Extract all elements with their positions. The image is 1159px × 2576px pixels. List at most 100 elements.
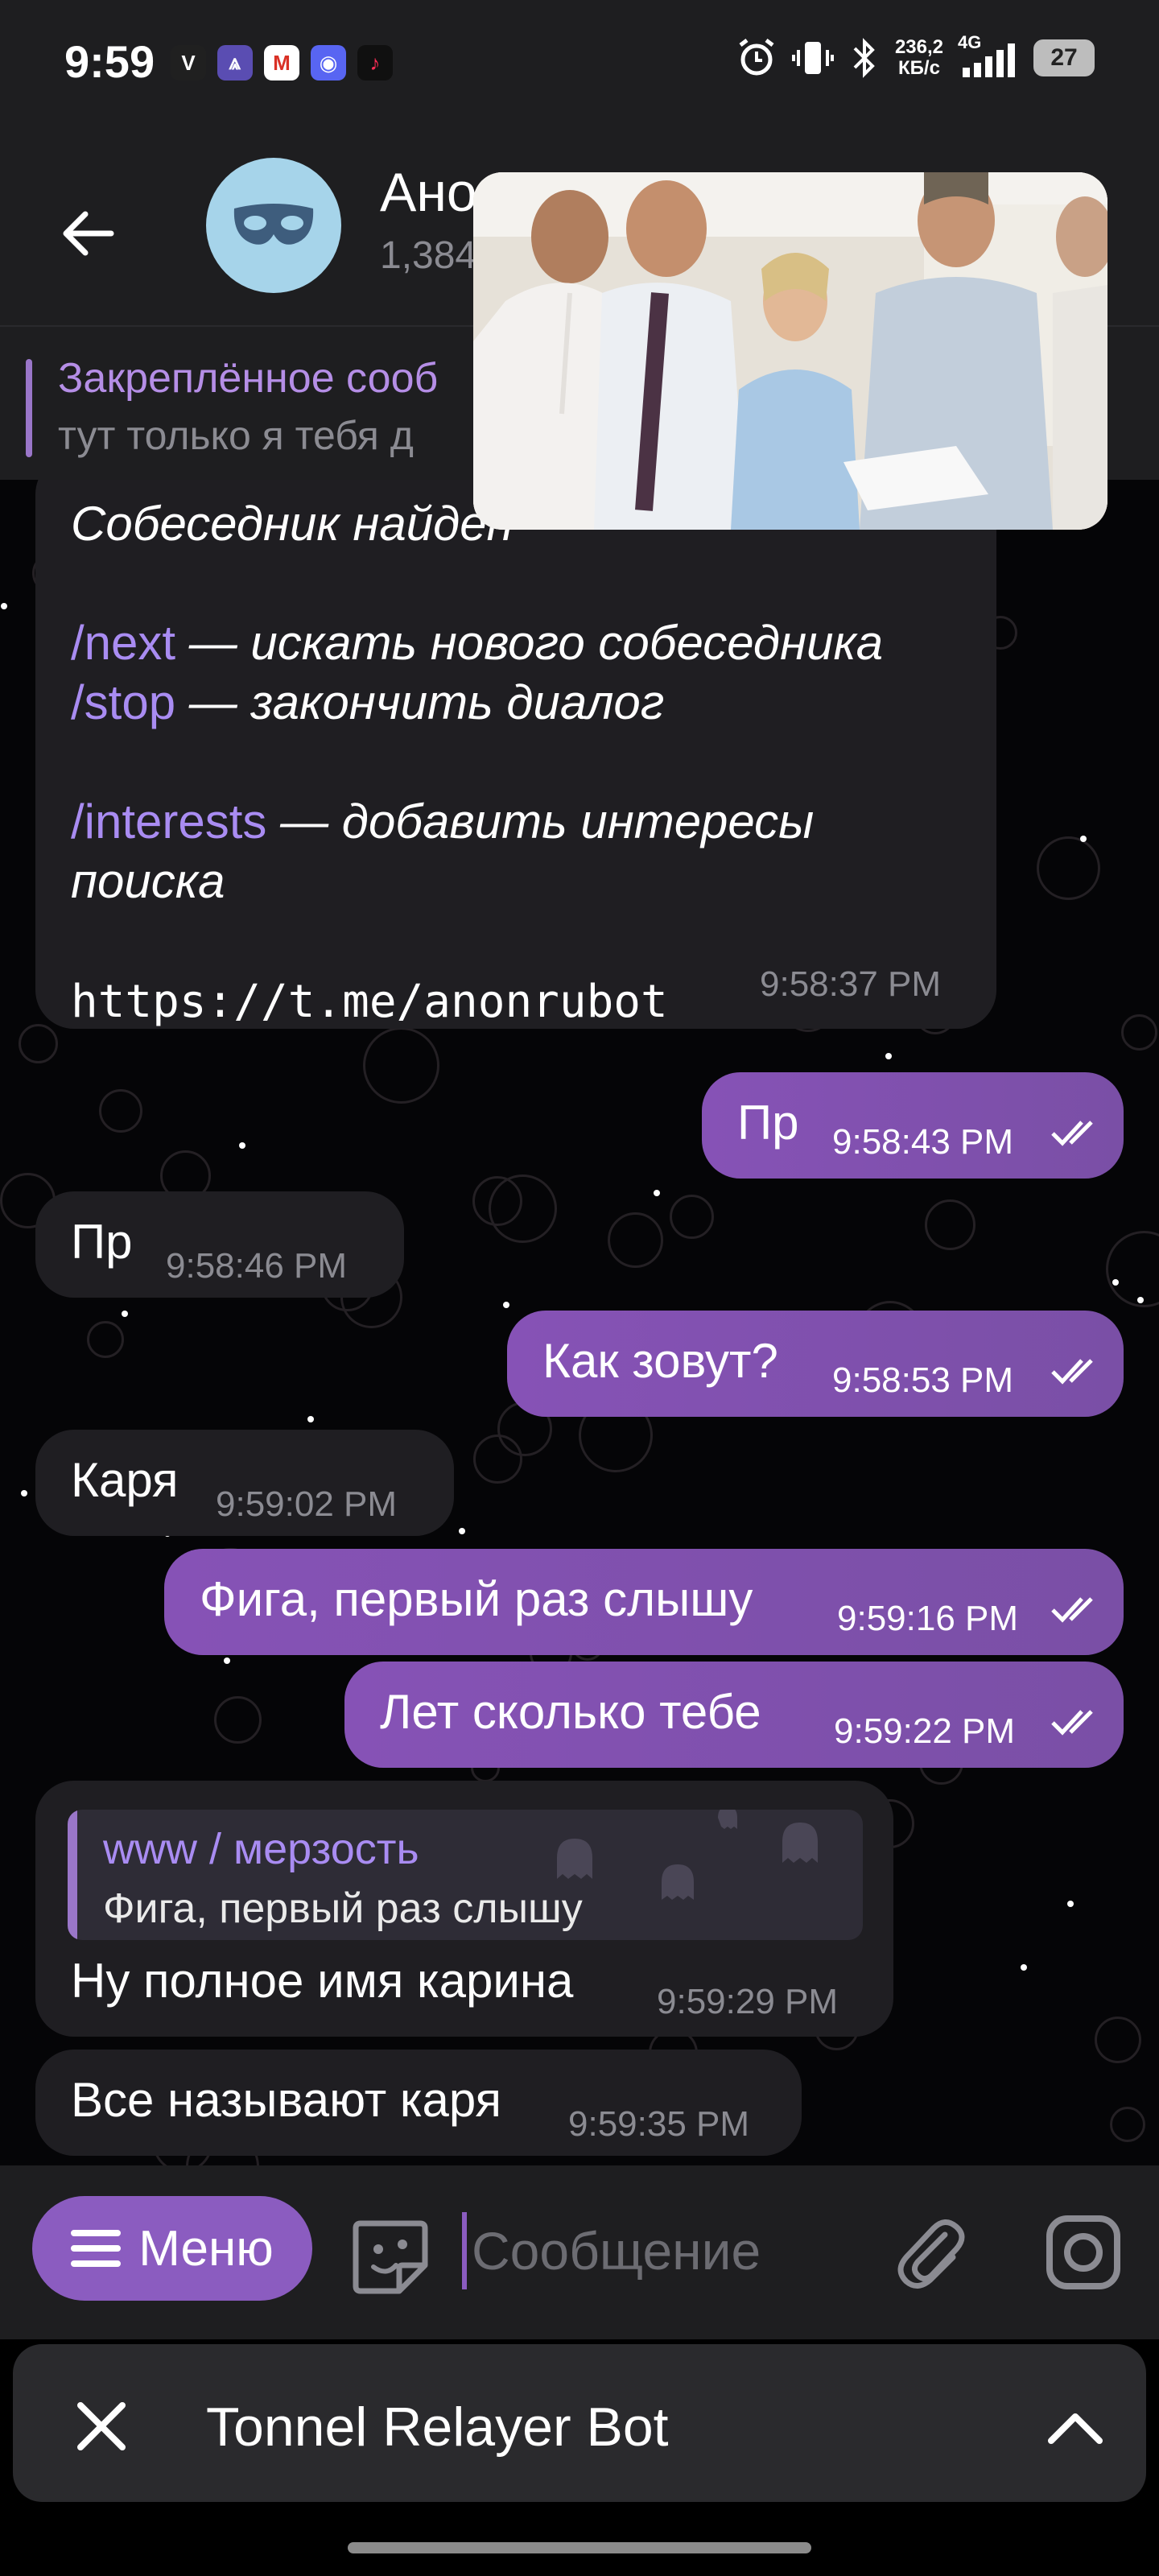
battery-indicator: 27 [1033, 39, 1095, 76]
message-time: 9:59:29 PM [657, 1982, 839, 2021]
chevron-up-icon[interactable] [1037, 2389, 1114, 2467]
status-time: 9:59 [64, 36, 155, 87]
chat-messages[interactable]: Собеседник найден/next — искать нового с… [0, 480, 1159, 2165]
message-line: /interests — добавить интересы [71, 792, 883, 852]
bot-menu-button[interactable]: Меню [32, 2196, 312, 2301]
mini-app-bar[interactable]: Tonnel Relayer Bot [13, 2344, 1146, 2502]
message-bubble-incoming[interactable]: Пр 9:58:46 PM [35, 1191, 404, 1298]
bluetooth-icon [853, 38, 875, 78]
wallpaper-star [1137, 1297, 1144, 1303]
message-text: Все называют каря [71, 2073, 502, 2127]
message-text: Пр [71, 1215, 133, 1269]
reply-indicator [68, 1810, 77, 1940]
bot-command-link[interactable]: /stop [71, 675, 175, 729]
wallpaper-doodle [87, 1321, 124, 1358]
wallpaper-doodle [670, 1195, 714, 1239]
signal-icon [963, 43, 1015, 77]
wallpaper-star [1067, 1901, 1074, 1907]
video-frame-people [473, 172, 1107, 530]
notification-icons: V ⩓ M ◉ ♪ [171, 45, 393, 80]
message-span: поиска [71, 854, 225, 908]
menu-icon [71, 2230, 122, 2267]
read-checkmarks-icon [1051, 1121, 1093, 1146]
reply-preview[interactable]: www / мерзость Фига, первый раз слышу [68, 1810, 863, 1940]
wallpaper-star [459, 1528, 465, 1534]
wallpaper-doodle [363, 1027, 439, 1104]
chat-avatar[interactable] [206, 158, 341, 293]
wallpaper-star [307, 1416, 314, 1422]
message-line [71, 733, 883, 792]
wallpaper-star [503, 1302, 509, 1308]
wallpaper-doodle [473, 1435, 522, 1484]
message-span: — добавить интересы [266, 795, 815, 848]
message-span: — закончить диалог [175, 675, 665, 729]
message-bubble-incoming[interactable]: Собеседник найден/next — искать нового с… [35, 480, 996, 1029]
message-bubble-outgoing[interactable]: Лет сколько тебе 9:59:22 PM [344, 1662, 1124, 1768]
message-time: 9:59:16 PM [837, 1599, 1019, 1638]
message-line: /stop — закончить диалог [71, 673, 883, 733]
message-text: Собеседник найден/next — искать нового с… [71, 494, 883, 1030]
system-indicators: 236,2 КБ/с 4G 27 [736, 32, 1095, 79]
paperclip-icon[interactable] [889, 2212, 969, 2293]
message-span[interactable]: https://t.me/anonrubot [71, 976, 668, 1028]
message-input[interactable] [470, 2206, 843, 2296]
wallpaper-star [1, 603, 7, 609]
chat-title[interactable]: Ано [380, 161, 477, 224]
bot-command-link[interactable]: /next [71, 616, 175, 670]
message-text: Фига, первый раз слышу [200, 1572, 753, 1626]
message-span: Собеседник найден [71, 497, 514, 551]
wallpaper-doodle [1095, 2017, 1141, 2063]
message-bubble-outgoing[interactable]: Пр 9:58:43 PM [702, 1072, 1124, 1179]
back-arrow-icon[interactable] [56, 201, 121, 266]
wallpaper-doodle [472, 1176, 522, 1226]
camera-icon[interactable] [1043, 2212, 1124, 2293]
message-text: Каря [71, 1453, 179, 1507]
message-time: 9:59:22 PM [834, 1711, 1016, 1751]
alarm-icon [739, 39, 774, 76]
network-speed: 236,2 КБ/с [895, 37, 943, 79]
mask-icon [233, 204, 314, 245]
pinned-indicator [26, 359, 32, 457]
vibrate-icon [791, 42, 834, 74]
bot-command-link[interactable]: /interests [71, 795, 266, 848]
ghost-pattern-icon [557, 1810, 818, 1900]
wallpaper-star [21, 1490, 27, 1496]
read-checkmarks-icon [1051, 1710, 1093, 1736]
wallpaper-star [885, 1053, 892, 1059]
net-speed-unit: КБ/с [898, 57, 940, 79]
home-indicator[interactable] [348, 2542, 811, 2553]
read-checkmarks-icon [1051, 1597, 1093, 1623]
tiktok-icon: ♪ [357, 45, 393, 80]
discord-icon: ◉ [311, 45, 346, 80]
sticker-icon[interactable] [346, 2212, 435, 2301]
message-bubble-outgoing[interactable]: Как зовут? 9:58:53 PM [507, 1311, 1124, 1417]
menu-label: Меню [138, 2220, 274, 2277]
pinned-title: Закреплённое сооб [58, 355, 439, 402]
message-span: — искать нового собеседника [175, 616, 884, 670]
message-bubble-incoming[interactable]: Каря 9:59:02 PM [35, 1430, 454, 1536]
net-speed-value: 236,2 [894, 36, 943, 58]
wallpaper-star [224, 1657, 230, 1664]
message-time: 9:59:35 PM [568, 2104, 750, 2144]
close-icon[interactable] [63, 2388, 140, 2465]
read-checkmarks-icon [1051, 1359, 1093, 1385]
message-text: Лет сколько тебе [380, 1685, 761, 1739]
text-caret [462, 2212, 467, 2289]
wallpaper-doodle [1110, 2107, 1145, 2142]
pip-video[interactable] [473, 172, 1107, 530]
wallpaper-star [239, 1142, 245, 1149]
message-time: 9:58:46 PM [166, 1246, 348, 1286]
message-bubble-incoming[interactable]: www / мерзость Фига, первый раз слышу Ну… [35, 1781, 893, 2037]
message-text: Ну полное имя карина [71, 1954, 574, 2008]
message-time: 9:58:53 PM [832, 1360, 1014, 1400]
wallpaper-doodle [214, 1696, 262, 1744]
wallpaper-doodle [99, 1089, 142, 1133]
wallpaper-doodle [1121, 1014, 1157, 1051]
proton-vpn-icon: ⩓ [217, 45, 253, 80]
message-bubble-outgoing[interactable]: Фига, первый раз слышу 9:59:16 PM [164, 1549, 1124, 1655]
message-time: 9:58:43 PM [832, 1122, 1014, 1162]
message-time: 9:59:02 PM [216, 1484, 398, 1524]
status-bar: 9:59 V ⩓ M ◉ ♪ 236,2 КБ/с 4G 27 [0, 0, 1159, 129]
chat-subtitle: 1,384 [380, 234, 477, 277]
message-bubble-incoming[interactable]: Все называют каря 9:59:35 PM [35, 2050, 802, 2156]
